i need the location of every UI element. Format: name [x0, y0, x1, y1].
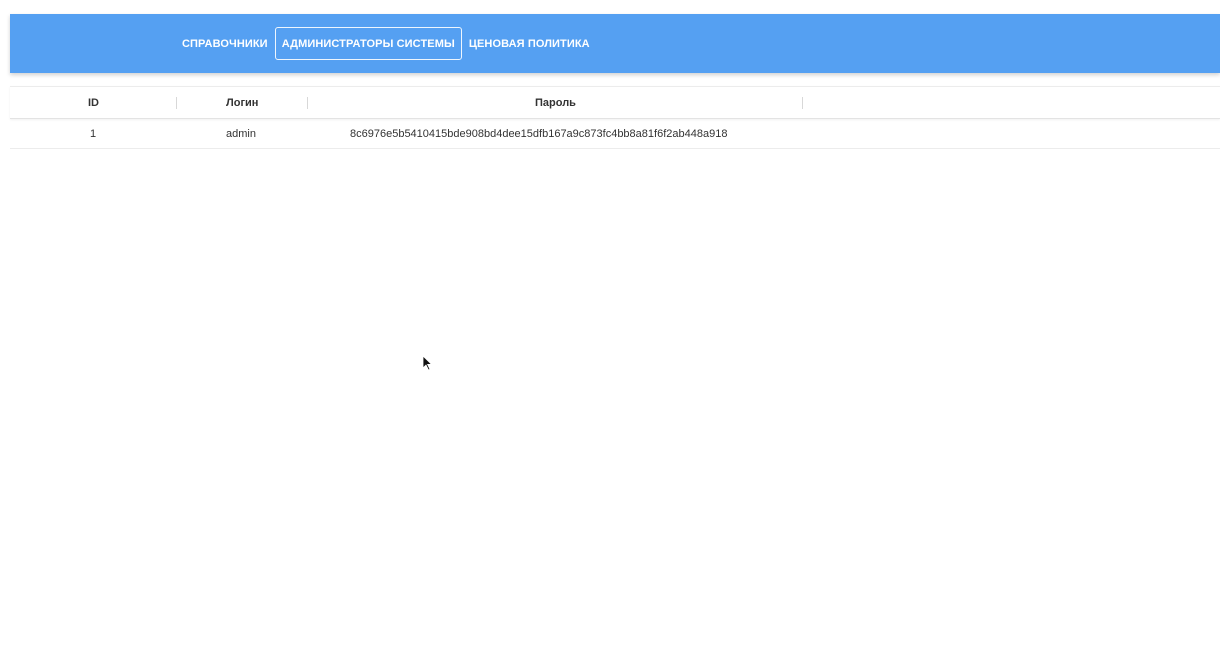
cell-id: 1 [90, 127, 97, 140]
cell-password: 8c6976e5b5410415bde908bd4dee15dfb167a9c8… [350, 127, 728, 140]
tab-system-administrators[interactable]: АДМИНИСТРАТОРЫ СИСТЕМЫ [274, 27, 462, 60]
table-header: ID Логин Пароль [10, 86, 1220, 119]
column-resize-handle[interactable] [307, 97, 308, 109]
tab-references[interactable]: СПРАВОЧНИКИ [175, 27, 275, 60]
table-row[interactable]: 1 admin 8c6976e5b5410415bde908bd4dee15df… [10, 119, 1220, 149]
app-bar: СПРАВОЧНИКИ АДМИНИСТРАТОРЫ СИСТЕМЫ ЦЕНОВ… [10, 14, 1220, 73]
mouse-pointer-icon [422, 355, 432, 371]
main-nav: СПРАВОЧНИКИ АДМИНИСТРАТОРЫ СИСТЕМЫ ЦЕНОВ… [175, 27, 597, 60]
column-header-id[interactable]: ID [88, 87, 99, 119]
column-header-password[interactable]: Пароль [535, 87, 576, 119]
column-header-login[interactable]: Логин [226, 87, 258, 119]
column-resize-handle[interactable] [176, 97, 177, 109]
tab-pricing-policy[interactable]: ЦЕНОВАЯ ПОЛИТИКА [462, 27, 597, 60]
page: СПРАВОЧНИКИ АДМИНИСТРАТОРЫ СИСТЕМЫ ЦЕНОВ… [0, 0, 1220, 653]
column-resize-handle[interactable] [802, 97, 803, 109]
cell-login: admin [226, 127, 256, 140]
administrators-table: ID Логин Пароль 1 admin 8c6976e5b5410415… [10, 86, 1220, 149]
